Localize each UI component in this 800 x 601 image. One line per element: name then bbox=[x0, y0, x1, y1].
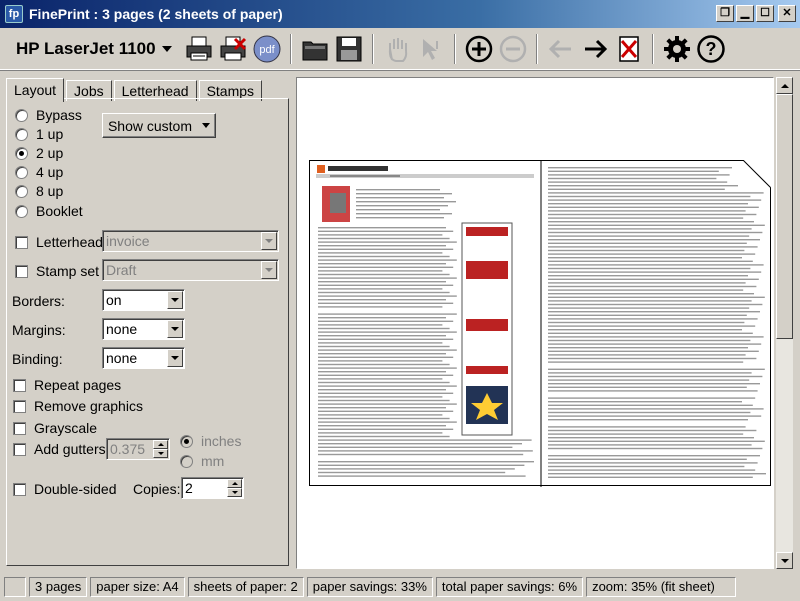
delete-page-icon[interactable] bbox=[612, 32, 646, 66]
binding-label: Binding: bbox=[12, 351, 63, 367]
scroll-up-icon[interactable] bbox=[776, 77, 793, 94]
stampset-select[interactable]: Draft bbox=[102, 259, 279, 281]
close-button[interactable]: ✕ bbox=[778, 5, 796, 22]
radio-1up[interactable]: 1 up bbox=[15, 126, 63, 142]
spin-down-icon[interactable] bbox=[227, 488, 242, 497]
chevron-down-icon bbox=[167, 349, 183, 367]
toolbar-separator bbox=[371, 33, 374, 64]
status-total-savings: total paper savings: 6% bbox=[435, 576, 584, 597]
preview-pane[interactable]: 2 bbox=[296, 77, 774, 569]
status-sheets: sheets of paper: 2 bbox=[187, 576, 304, 597]
chevron-down-icon bbox=[261, 232, 277, 250]
status-pages: 3 pages bbox=[29, 576, 88, 597]
stampset-checkbox[interactable]: Stamp set bbox=[15, 263, 99, 279]
borders-select[interactable]: on bbox=[102, 289, 185, 311]
save-icon[interactable] bbox=[332, 32, 366, 66]
back-arrow-icon[interactable] bbox=[544, 32, 578, 66]
remove-graphics-checkbox[interactable]: Remove graphics bbox=[13, 398, 143, 414]
show-custom-button[interactable]: Show custom bbox=[102, 113, 216, 138]
tab-layout[interactable]: Layout bbox=[6, 78, 65, 102]
minimize-button[interactable]: ▁ bbox=[736, 5, 754, 22]
margins-select[interactable]: none bbox=[102, 318, 185, 340]
radio-inches[interactable]: inches bbox=[180, 433, 241, 449]
pdf-icon[interactable]: pdf bbox=[250, 32, 284, 66]
chevron-down-icon bbox=[261, 261, 277, 279]
chevron-down-icon[interactable] bbox=[161, 45, 172, 52]
toolbar: HP LaserJet 1100 pdf ? bbox=[0, 28, 800, 70]
title-bar: fp FinePrint : 3 pages (2 sheets of pape… bbox=[0, 0, 800, 28]
letterhead-select[interactable]: invoice bbox=[102, 230, 279, 252]
forward-arrow-icon[interactable] bbox=[578, 32, 612, 66]
status-savings: paper savings: 33% bbox=[306, 576, 433, 597]
margins-label: Margins: bbox=[12, 322, 66, 338]
copies-input[interactable]: 2 bbox=[181, 477, 244, 499]
repeat-pages-checkbox[interactable]: Repeat pages bbox=[13, 377, 121, 393]
settings-gear-icon[interactable] bbox=[660, 32, 694, 66]
sheet-thumbnail bbox=[316, 161, 766, 487]
print-icon[interactable] bbox=[182, 32, 216, 66]
select-arrow-icon[interactable] bbox=[414, 32, 448, 66]
printer-select[interactable]: HP LaserJet 1100 bbox=[16, 39, 156, 59]
zoom-in-icon[interactable] bbox=[462, 32, 496, 66]
grayscale-checkbox[interactable]: Grayscale bbox=[13, 420, 97, 436]
gutter-input[interactable]: 0.375 bbox=[106, 438, 170, 460]
status-zoom: zoom: 35% (fit sheet) bbox=[586, 576, 737, 597]
radio-2up[interactable]: 2 up bbox=[15, 145, 63, 161]
layout-panel: Bypass 1 up 2 up 4 up 8 up Booklet Show … bbox=[6, 98, 289, 566]
spin-up-icon[interactable] bbox=[227, 479, 242, 488]
hand-icon[interactable] bbox=[380, 32, 414, 66]
vertical-scrollbar[interactable] bbox=[776, 77, 793, 569]
double-sided-checkbox[interactable]: Double-sided bbox=[13, 481, 117, 497]
scroll-thumb[interactable] bbox=[776, 94, 793, 339]
radio-bypass[interactable]: Bypass bbox=[15, 107, 82, 123]
copies-label: Copies: bbox=[133, 481, 181, 497]
radio-8up[interactable]: 8 up bbox=[15, 183, 63, 199]
borders-label: Borders: bbox=[12, 293, 65, 309]
spin-up-icon[interactable] bbox=[153, 440, 168, 449]
svg-text:pdf: pdf bbox=[259, 44, 275, 56]
radio-4up[interactable]: 4 up bbox=[15, 164, 63, 180]
toolbar-separator bbox=[535, 33, 538, 64]
status-paper-size: paper size: A4 bbox=[90, 576, 185, 597]
help-icon[interactable]: ? bbox=[694, 32, 728, 66]
toolbar-separator bbox=[453, 33, 456, 64]
svg-text:?: ? bbox=[705, 39, 716, 59]
chevron-down-icon bbox=[202, 123, 211, 128]
window-title: FinePrint : 3 pages (2 sheets of paper) bbox=[29, 6, 283, 22]
radio-mm[interactable]: mm bbox=[180, 453, 224, 469]
toolbar-separator bbox=[289, 33, 292, 64]
status-bar: 3 pages paper size: A4 sheets of paper: … bbox=[0, 572, 800, 601]
zoom-out-icon[interactable] bbox=[496, 32, 530, 66]
letterhead-checkbox[interactable]: Letterhead bbox=[15, 234, 103, 250]
radio-booklet[interactable]: Booklet bbox=[15, 203, 83, 219]
toolbar-separator bbox=[651, 33, 654, 64]
chevron-down-icon bbox=[167, 291, 183, 309]
open-folder-icon[interactable] bbox=[298, 32, 332, 66]
scroll-down-icon[interactable] bbox=[776, 552, 793, 569]
binding-select[interactable]: none bbox=[102, 347, 185, 369]
delete-print-icon[interactable] bbox=[216, 32, 250, 66]
page-fold-corner bbox=[742, 159, 772, 189]
app-icon[interactable]: fp bbox=[5, 5, 23, 23]
restore-icon[interactable]: ❐ bbox=[716, 5, 734, 22]
spin-down-icon[interactable] bbox=[153, 449, 168, 458]
status-blank bbox=[4, 576, 26, 597]
maximize-button[interactable]: ☐ bbox=[756, 5, 774, 22]
add-gutters-checkbox[interactable]: Add gutters bbox=[13, 441, 106, 457]
chevron-down-icon bbox=[167, 320, 183, 338]
sheet-preview[interactable] bbox=[309, 159, 772, 487]
